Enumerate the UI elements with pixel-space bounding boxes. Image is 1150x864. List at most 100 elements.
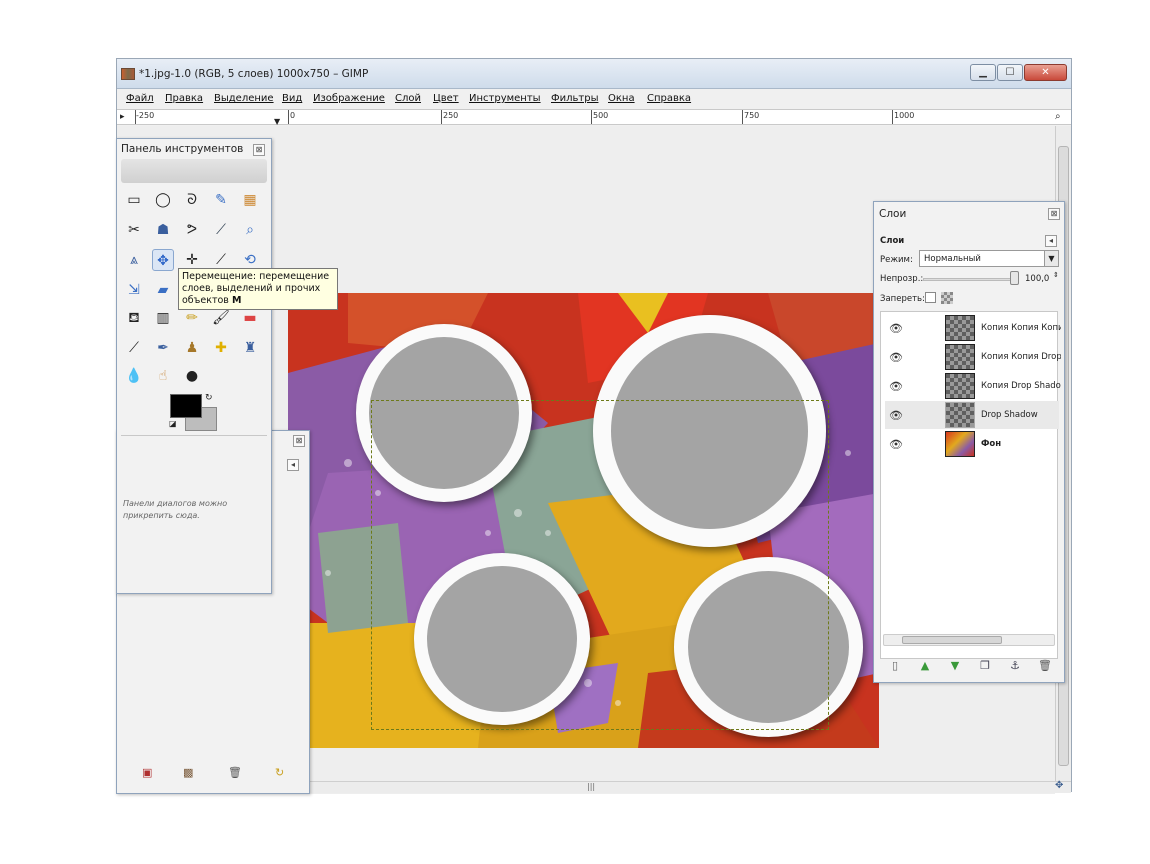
eye-icon[interactable]: 👁 [889, 409, 903, 422]
ellipse-select-icon[interactable]: ◯ [152, 189, 174, 211]
zoom-icon[interactable]: ⌕ [239, 219, 261, 241]
layer-row[interactable]: 👁 Копия Копия Копия [885, 314, 1061, 342]
scissors-icon[interactable]: ✂ [123, 219, 145, 241]
layer-thumbnail [945, 315, 975, 341]
eye-icon[interactable]: 👁 [889, 438, 903, 451]
color-select-icon[interactable]: ▦ [239, 189, 261, 211]
menu-image[interactable]: Изображение [313, 93, 385, 104]
layers-list[interactable]: 👁 Копия Копия Копия 👁 Копия Копия Drop 👁… [880, 311, 1061, 659]
menu-color[interactable]: Цвет [433, 93, 459, 104]
layer-thumbnail [945, 431, 975, 457]
ruler-label: 750 [744, 111, 760, 120]
layer-row[interactable]: 👁 Копия Копия Drop [885, 343, 1061, 371]
tooltip-shortcut: M [231, 295, 242, 306]
new-layer-icon[interactable]: ▯ [887, 658, 903, 674]
duplicate-layer-icon[interactable]: ❐ [977, 658, 993, 674]
eye-icon[interactable]: 👁 [889, 351, 903, 364]
foreground-select-icon[interactable]: ☗ [152, 219, 174, 241]
blend-icon[interactable]: ▥ [152, 307, 174, 329]
ink-icon[interactable]: ✒ [152, 337, 174, 359]
ruler-menu-icon[interactable]: ▸ [120, 112, 125, 122]
chevron-down-icon: ▼ [1044, 251, 1058, 266]
minimize-icon: ▁ [979, 67, 987, 78]
swap-colors-icon[interactable]: ↻ [205, 393, 213, 403]
zoom-icon[interactable]: ⌕ [1055, 111, 1061, 122]
heal-icon[interactable]: ✚ [210, 337, 232, 359]
menu-layer[interactable]: Слой [395, 93, 421, 104]
blur-icon[interactable]: 💧 [123, 365, 145, 387]
eye-icon[interactable]: 👁 [889, 322, 903, 335]
layer-row[interactable]: 👁 Копия Drop Shadow [885, 372, 1061, 400]
color-picker-icon[interactable]: ⟋ [210, 219, 232, 241]
minimize-button[interactable]: ▁ [970, 64, 996, 81]
image-icon[interactable]: ▩ [183, 766, 193, 779]
ruler-label: 500 [593, 111, 609, 120]
move-icon[interactable]: ✥ [152, 249, 174, 271]
dodge-burn-icon[interactable]: ● [181, 365, 203, 387]
wilber-drop-area[interactable] [121, 159, 267, 183]
menu-file[interactable]: Файл [126, 93, 154, 104]
pencil-icon[interactable]: ✏ [181, 307, 203, 329]
toolbox-title: Панель инструментов [121, 143, 244, 155]
clone-icon[interactable]: ♟ [181, 337, 203, 359]
opacity-value[interactable]: 100,0 [1025, 274, 1049, 284]
horizontal-ruler[interactable]: ▸ -250 0 250 500 750 1000 ▼ ⌕ [117, 109, 1071, 126]
close-button[interactable]: ✕ [1024, 64, 1067, 81]
layer-thumbnail [945, 344, 975, 370]
bucket-fill-icon[interactable]: ⛾ [123, 307, 145, 329]
perspective-clone-icon[interactable]: ♜ [239, 337, 261, 359]
opacity-slider-handle[interactable] [1010, 271, 1019, 285]
layer-row[interactable]: 👁 Drop Shadow [885, 401, 1059, 429]
paths-icon[interactable]: ᕗ [181, 219, 203, 241]
paintbrush-icon[interactable]: 🖌 [210, 307, 232, 329]
eye-icon[interactable]: 👁 [889, 380, 903, 393]
shear-icon[interactable]: ▰ [152, 279, 174, 301]
menu-select[interactable]: Выделение [214, 93, 274, 104]
default-colors-icon[interactable]: ◪ [169, 419, 177, 428]
lasso-icon[interactable]: ᘐ [181, 189, 203, 211]
ruler-marker-icon: ▼ [274, 117, 281, 126]
opacity-label: Непрозр.: [880, 274, 924, 284]
menu-edit[interactable]: Правка [165, 93, 203, 104]
fuzzy-select-icon[interactable]: ✎ [210, 189, 232, 211]
navigate-icon[interactable]: ✥ [1055, 780, 1063, 791]
refresh-icon[interactable]: ↻ [275, 766, 284, 779]
lock-alpha-icon[interactable] [941, 292, 953, 304]
foreground-color-swatch[interactable] [170, 394, 202, 418]
save-icon[interactable]: ▣ [142, 766, 152, 779]
title-bar[interactable]: *1.jpg-1.0 (RGB, 5 слоев) 1000x750 – GIM… [117, 59, 1071, 89]
menu-help[interactable]: Справка [647, 93, 691, 104]
menu-tools[interactable]: Инструменты [469, 93, 541, 104]
spin-icon[interactable]: ⇕ [1053, 271, 1059, 279]
menu-filters[interactable]: Фильтры [551, 93, 598, 104]
measure-icon[interactable]: ⩓ [123, 249, 145, 271]
trash-icon[interactable]: 🗑 [228, 766, 242, 779]
layer-row[interactable]: 👁 Фон [885, 430, 1059, 458]
layers-hscroll-thumb[interactable] [902, 636, 1002, 644]
lower-layer-icon[interactable]: ▼ [947, 658, 963, 674]
anchor-icon[interactable]: ⚓ [1007, 658, 1023, 674]
close-icon[interactable]: ⊠ [253, 144, 265, 156]
close-icon[interactable]: ⊠ [1048, 208, 1060, 220]
mode-select[interactable]: Нормальный ▼ [919, 250, 1059, 267]
divider [121, 435, 267, 436]
dock-menu-icon[interactable]: ◂ [1045, 235, 1057, 247]
maximize-button[interactable]: ☐ [997, 64, 1023, 81]
airbrush-icon[interactable]: ⟋ [123, 337, 145, 359]
lock-pixels-checkbox[interactable] [925, 292, 936, 303]
smudge-icon[interactable]: ☝ [152, 365, 174, 387]
opacity-slider[interactable] [923, 278, 1013, 281]
menu-windows[interactable]: Окна [608, 93, 635, 104]
layers-hscrollbar[interactable] [883, 634, 1055, 646]
dock-menu-icon[interactable]: ◂ [287, 459, 299, 471]
mode-value: Нормальный [924, 254, 981, 264]
delete-layer-icon[interactable]: 🗑 [1037, 658, 1053, 674]
close-icon[interactable]: ⊠ [293, 435, 305, 447]
rect-select-icon[interactable]: ▭ [123, 189, 145, 211]
raise-layer-icon[interactable]: ▲ [917, 658, 933, 674]
tooltip: Перемещение: перемещение слоев, выделени… [178, 268, 338, 310]
eraser-icon[interactable]: ▬ [239, 307, 261, 329]
scale-icon[interactable]: ⇲ [123, 279, 145, 301]
menu-view[interactable]: Вид [282, 93, 302, 104]
mode-label: Режим: [880, 255, 913, 265]
